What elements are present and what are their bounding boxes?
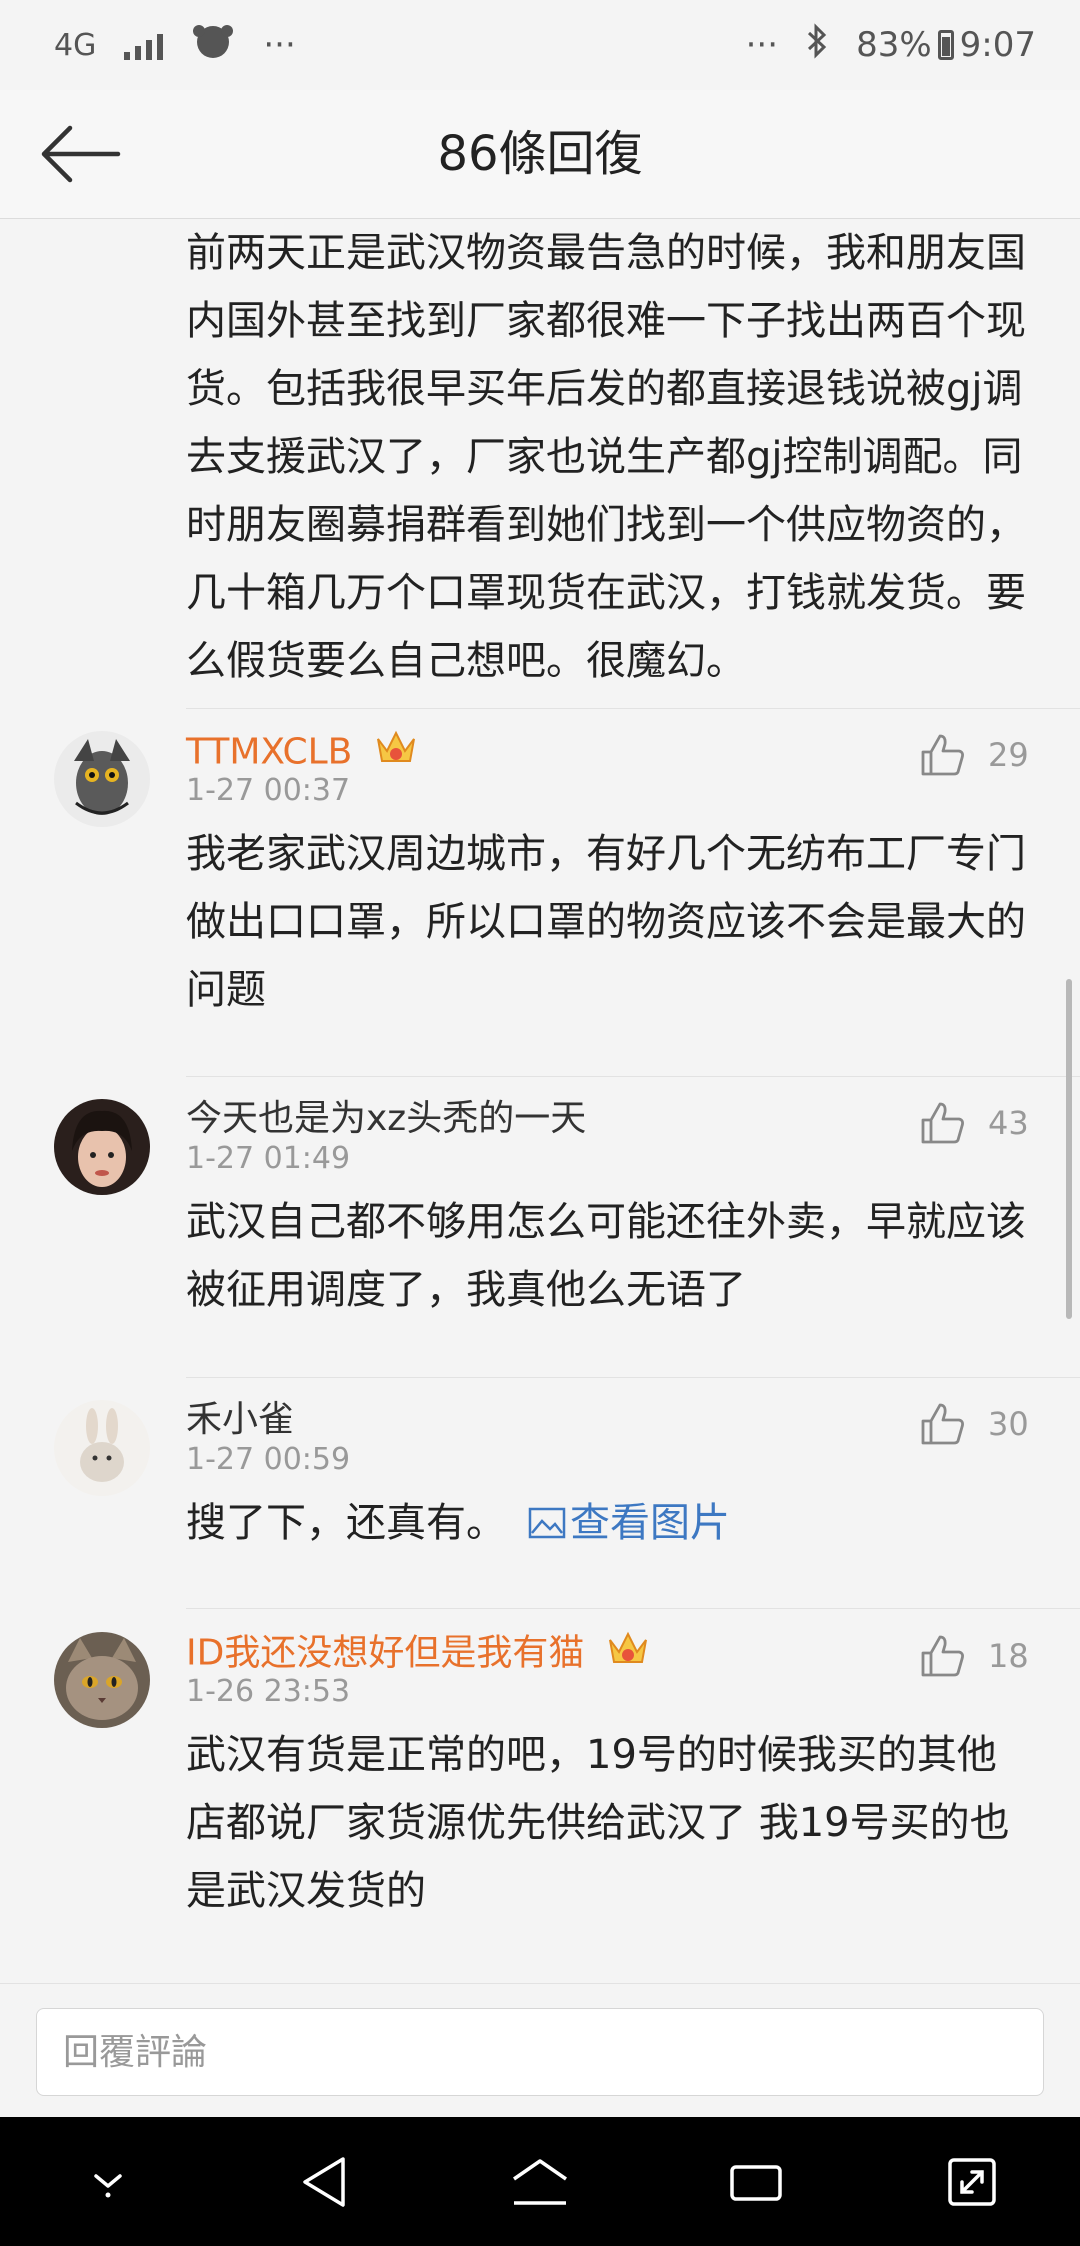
- thumbs-up-icon: [921, 1102, 964, 1144]
- back-triangle-icon: [303, 2156, 345, 2207]
- page-title: 86條回復: [437, 126, 643, 182]
- divider: [186, 1377, 1080, 1378]
- battery-percent: 83%: [856, 25, 932, 65]
- view-image-link[interactable]: 查看图片: [528, 1500, 730, 1546]
- comment-text: 我老家武汉周边城市，有好几个无纺布工厂专门做出口口罩，所以口罩的物资应该不会是最…: [186, 831, 1026, 1013]
- system-nav-bar: [0, 2117, 1080, 2246]
- thumbs-up-icon: [921, 1635, 964, 1677]
- scrollbar[interactable]: [1066, 979, 1072, 1319]
- more-status-icon: ···: [745, 25, 779, 65]
- comment-text-row: 搜了下，还真有。 查看图片: [186, 1489, 1026, 1557]
- view-image-label: 查看图片: [570, 1500, 730, 1546]
- comment-text: 搜了下，还真有。: [186, 1500, 506, 1546]
- signal-icon: [124, 30, 164, 60]
- comment-time: 1-27 00:37: [186, 773, 351, 808]
- thumbs-up-icon: [921, 734, 964, 776]
- comment-username[interactable]: 今天也是为xz头秃的一天: [186, 1095, 586, 1143]
- more-notifications-icon: ···: [263, 25, 296, 65]
- battery-icon: [937, 30, 954, 60]
- status-right: ··· 83% 9:07: [745, 22, 1036, 68]
- comment-time: 1-26 23:53: [186, 1674, 351, 1709]
- username-text: 禾小雀: [186, 1399, 295, 1440]
- avatar[interactable]: [54, 1632, 150, 1728]
- like-count: 18: [988, 1637, 1029, 1675]
- like-button[interactable]: 30: [920, 1396, 1060, 1452]
- vip-crown-icon: [606, 1628, 650, 1681]
- divider: [186, 708, 1080, 709]
- app-notification-icon: [191, 21, 235, 70]
- network-type: 4G: [54, 27, 97, 63]
- nav-back-button[interactable]: [279, 2137, 369, 2227]
- clock: 9:07: [959, 25, 1036, 65]
- like-button[interactable]: 18: [920, 1628, 1060, 1684]
- username-text: ID我还没想好但是我有猫: [186, 1632, 585, 1674]
- recents-icon: [730, 2164, 782, 2201]
- thumbs-up-icon: [921, 1403, 964, 1445]
- reply-bar: [0, 1983, 1080, 2118]
- like-button[interactable]: 29: [920, 727, 1060, 783]
- bluetooth-icon: [806, 22, 828, 68]
- comment-time: 1-27 01:49: [186, 1141, 351, 1176]
- home-icon: [513, 2158, 567, 2205]
- comment-text: 武汉自己都不够用怎么可能还往外卖，早就应该被征用调度了，我真他么无语了: [186, 1199, 1026, 1313]
- divider: [186, 1076, 1080, 1077]
- nav-expand-button[interactable]: [927, 2137, 1017, 2227]
- comment-text: 武汉有货是正常的吧，19号的时候我买的其他店都说厂家货源优先供给武汉了 我19号…: [186, 1732, 1010, 1914]
- continued-comment-text: 前两天正是武汉物资最告急的时候，我和朋友国内国外甚至找到厂家都很难一下子找出两百…: [186, 230, 1026, 684]
- like-button[interactable]: 43: [920, 1095, 1060, 1151]
- expand-icon: [948, 2157, 996, 2206]
- status-left: 4G ···: [54, 21, 296, 70]
- app-header: 86條回復: [0, 90, 1080, 219]
- comment-time: 1-27 00:59: [186, 1442, 351, 1477]
- comment-username[interactable]: 禾小雀: [186, 1396, 294, 1444]
- like-count: 43: [988, 1104, 1029, 1142]
- hide-keyboard-button[interactable]: [63, 2137, 153, 2227]
- image-icon: [528, 1507, 566, 1539]
- like-count: 29: [988, 736, 1029, 774]
- chevron-down-icon: [94, 2173, 122, 2197]
- reply-input[interactable]: [36, 2008, 1044, 2096]
- username-text: 今天也是为xz头秃的一天: [186, 1098, 587, 1139]
- nav-recents-button[interactable]: [711, 2137, 801, 2227]
- divider: [186, 1608, 1080, 1609]
- comment-feed[interactable]: 前两天正是武汉物资最告急的时候，我和朋友国内国外甚至找到厂家都很难一下子找出两百…: [0, 219, 1080, 1983]
- avatar[interactable]: [54, 731, 150, 827]
- like-count: 30: [988, 1405, 1029, 1443]
- avatar[interactable]: [54, 1099, 150, 1195]
- vip-crown-icon: [374, 727, 418, 780]
- status-bar: 4G ··· ··· 83% 9:07: [0, 0, 1080, 90]
- avatar[interactable]: [54, 1400, 150, 1496]
- username-text: TTMXCLB: [186, 731, 353, 773]
- nav-home-button[interactable]: [495, 2137, 585, 2227]
